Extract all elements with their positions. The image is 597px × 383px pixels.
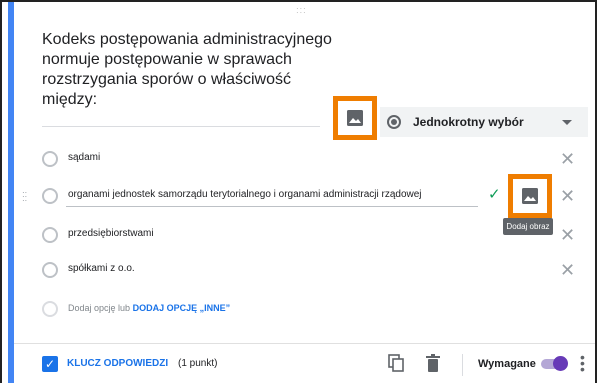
option-radio xyxy=(42,188,58,204)
required-toggle[interactable] xyxy=(541,356,568,371)
required-label: Wymagane xyxy=(478,358,536,370)
points-label: (1 punkt) xyxy=(178,358,218,369)
more-vert-icon[interactable]: • • • xyxy=(580,350,585,376)
answer-key-check-icon[interactable]: ✓ xyxy=(42,356,58,372)
add-option-row: Dodaj opcję lub DODAJ OPCJĘ „INNE” xyxy=(0,297,597,321)
question-drag-handle-icon[interactable]: ∙∙∙ ∙∙∙ xyxy=(296,4,307,17)
question-footer: ✓ KLUCZ ODPOWIEDZI (1 punkt) Wymagane • •… xyxy=(0,350,597,380)
add-question-image-button[interactable] xyxy=(333,96,377,140)
question-title[interactable]: Kodeks postępowania administracyjnego no… xyxy=(42,30,342,110)
footer-divider xyxy=(14,343,595,344)
trash-icon[interactable] xyxy=(426,354,440,372)
close-icon[interactable]: ✕ xyxy=(560,258,575,282)
close-icon[interactable]: ✕ xyxy=(560,184,575,208)
add-option-or: lub xyxy=(118,303,131,313)
option-label[interactable]: spółkami z o.o. xyxy=(68,263,135,274)
option-row: przedsiębiorstwami ✕ xyxy=(0,223,597,247)
question-title-underline xyxy=(42,126,320,127)
question-type-label: Jednokrotny wybór xyxy=(413,115,524,129)
option-label[interactable]: organami jednostek samorządu terytorialn… xyxy=(68,189,422,200)
option-radio xyxy=(42,151,58,167)
option-radio xyxy=(42,227,58,243)
close-icon[interactable]: ✕ xyxy=(560,147,575,171)
frame-top-border xyxy=(0,0,597,2)
footer-separator xyxy=(462,354,463,376)
image-icon xyxy=(522,188,538,204)
copy-icon[interactable] xyxy=(388,354,404,372)
option-row: sądami ✕ xyxy=(0,147,597,171)
option-row: spółkami z o.o. ✕ xyxy=(0,258,597,282)
answer-key-button[interactable]: KLUCZ ODPOWIEDZI xyxy=(67,358,168,369)
question-type-dropdown[interactable]: Jednokrotny wybór xyxy=(380,107,588,137)
image-icon xyxy=(347,110,363,126)
close-icon[interactable]: ✕ xyxy=(560,223,575,247)
add-other-option-link[interactable]: DODAJ OPCJĘ „INNE” xyxy=(133,303,231,313)
option-radio xyxy=(42,301,58,317)
option-input-underline xyxy=(66,206,478,207)
add-option-image-button[interactable] xyxy=(508,174,552,218)
toggle-knob xyxy=(553,356,568,371)
dropdown-arrow-icon xyxy=(562,120,572,125)
option-radio xyxy=(42,262,58,278)
option-label[interactable]: sądami xyxy=(68,152,100,163)
radio-button-icon xyxy=(387,115,401,129)
add-option-link[interactable]: Dodaj opcję xyxy=(68,303,116,313)
check-icon: ✓ xyxy=(488,186,501,203)
add-option-text: Dodaj opcję lub DODAJ OPCJĘ „INNE” xyxy=(68,303,230,313)
option-label[interactable]: przedsiębiorstwami xyxy=(68,228,154,239)
drag-handle-icon[interactable]: ∙∙ ∙∙ ∙∙ xyxy=(22,188,27,205)
